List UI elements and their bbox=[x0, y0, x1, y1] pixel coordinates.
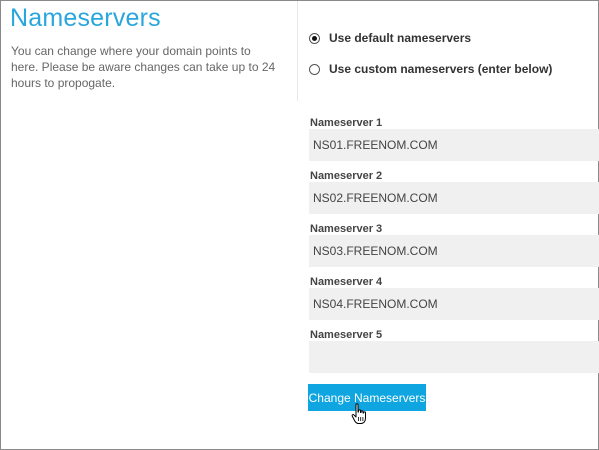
nameservers-panel: Nameservers You can change where your do… bbox=[0, 0, 599, 450]
nameserver-5-label: Nameserver 5 bbox=[310, 329, 383, 341]
default-nameservers-label[interactable]: Use default nameservers bbox=[329, 31, 471, 45]
nameserver-3-input[interactable] bbox=[309, 235, 599, 267]
nameserver-4-label: Nameserver 4 bbox=[310, 276, 383, 288]
intro-section: Nameservers You can change where your do… bbox=[1, 1, 298, 101]
custom-nameservers-radio[interactable] bbox=[309, 63, 320, 75]
nameserver-3-label: Nameserver 3 bbox=[310, 223, 383, 235]
nameserver-2-label: Nameserver 2 bbox=[310, 170, 383, 182]
page-title: Nameservers bbox=[10, 4, 161, 32]
custom-nameservers-label[interactable]: Use custom nameservers (enter below) bbox=[329, 62, 552, 76]
nameserver-1-input[interactable] bbox=[309, 129, 599, 161]
page-description: You can change where your domain points … bbox=[11, 44, 276, 90]
nameserver-2-input[interactable] bbox=[309, 182, 599, 214]
default-nameservers-radio[interactable] bbox=[309, 32, 320, 44]
nameserver-5-input[interactable] bbox=[309, 341, 599, 373]
custom-nameservers-option[interactable]: Use custom nameservers (enter below) bbox=[309, 62, 552, 76]
nameserver-1-label: Nameserver 1 bbox=[310, 117, 383, 129]
nameserver-4-input[interactable] bbox=[309, 288, 599, 320]
default-nameservers-option[interactable]: Use default nameservers bbox=[309, 31, 471, 45]
hand-pointer-icon bbox=[351, 403, 366, 424]
